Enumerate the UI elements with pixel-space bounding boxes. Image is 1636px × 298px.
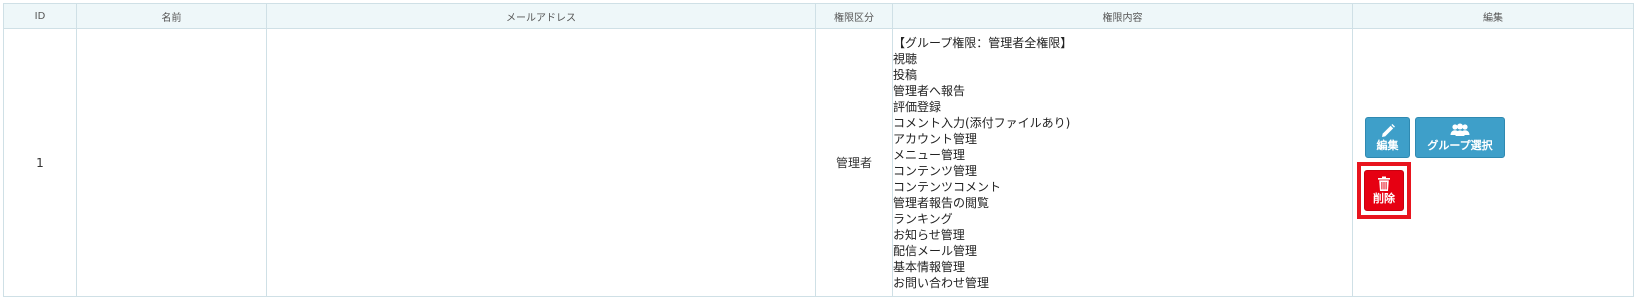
- cell-permissions: 【グループ権限：管理者全権限】 視聴 投稿 管理者へ報告 評価登録 コメント入力…: [892, 28, 1353, 297]
- permission-item: 投稿: [893, 67, 918, 82]
- edit-button[interactable]: 編集: [1365, 117, 1410, 158]
- header-edit: 編集: [1352, 3, 1634, 29]
- permission-item: 配信メール管理: [893, 243, 978, 258]
- delete-button[interactable]: 削除: [1364, 170, 1404, 211]
- permission-item: コメント入力(添付ファイルあり): [893, 115, 1071, 130]
- table-header-row: ID 名前 メールアドレス 権限区分 権限内容 編集: [3, 3, 1634, 29]
- row-actions: 編集 グループ選択 削除: [1357, 117, 1505, 219]
- permission-item: コンテンツコメント: [893, 179, 1002, 194]
- permission-list: 【グループ権限：管理者全権限】 視聴 投稿 管理者へ報告 評価登録 コメント入力…: [893, 35, 1352, 291]
- permission-item: メニュー管理: [893, 147, 966, 162]
- permission-item: ランキング: [893, 211, 953, 226]
- account-table-container: ID 名前 メールアドレス 権限区分 権限内容 編集 1 管理者 【グループ権限…: [3, 3, 1634, 297]
- permission-item: 管理者へ報告: [893, 83, 966, 98]
- cell-role-type: 管理者: [815, 28, 893, 297]
- header-role-type: 権限区分: [815, 3, 893, 29]
- header-name: 名前: [76, 3, 267, 29]
- permission-item: 【グループ権限：管理者全権限】: [893, 35, 1073, 50]
- account-table: ID 名前 メールアドレス 権限区分 権限内容 編集 1 管理者 【グループ権限…: [3, 3, 1634, 297]
- users-icon: [1450, 123, 1470, 139]
- pencil-icon: [1380, 123, 1396, 139]
- edit-button-label: 編集: [1376, 139, 1399, 152]
- permission-item: コンテンツ管理: [893, 163, 978, 178]
- delete-button-label: 削除: [1373, 192, 1395, 205]
- header-id: ID: [3, 3, 77, 29]
- cell-actions: 編集 グループ選択 削除: [1352, 28, 1634, 297]
- header-permissions: 権限内容: [892, 3, 1353, 29]
- permission-item: 視聴: [893, 51, 918, 66]
- table-row: 1 管理者 【グループ権限：管理者全権限】 視聴 投稿 管理者へ報告 評価登録 …: [3, 28, 1634, 297]
- delete-highlight-box: 削除: [1357, 162, 1411, 219]
- group-select-button[interactable]: グループ選択: [1415, 117, 1505, 158]
- trash-icon: [1377, 176, 1391, 192]
- cell-email: [266, 28, 816, 297]
- permission-item: 基本情報管理: [893, 259, 966, 274]
- header-email: メールアドレス: [266, 3, 816, 29]
- permission-item: アカウント管理: [893, 131, 978, 146]
- action-row-top: 編集 グループ選択: [1365, 117, 1505, 158]
- permission-item: お問い合わせ管理: [893, 275, 990, 290]
- cell-id: 1: [3, 28, 77, 297]
- permission-item: 管理者報告の閲覧: [893, 195, 990, 210]
- cell-name: [76, 28, 267, 297]
- permission-item: 評価登録: [893, 99, 942, 114]
- permission-item: お知らせ管理: [893, 227, 965, 242]
- group-select-button-label: グループ選択: [1427, 139, 1493, 152]
